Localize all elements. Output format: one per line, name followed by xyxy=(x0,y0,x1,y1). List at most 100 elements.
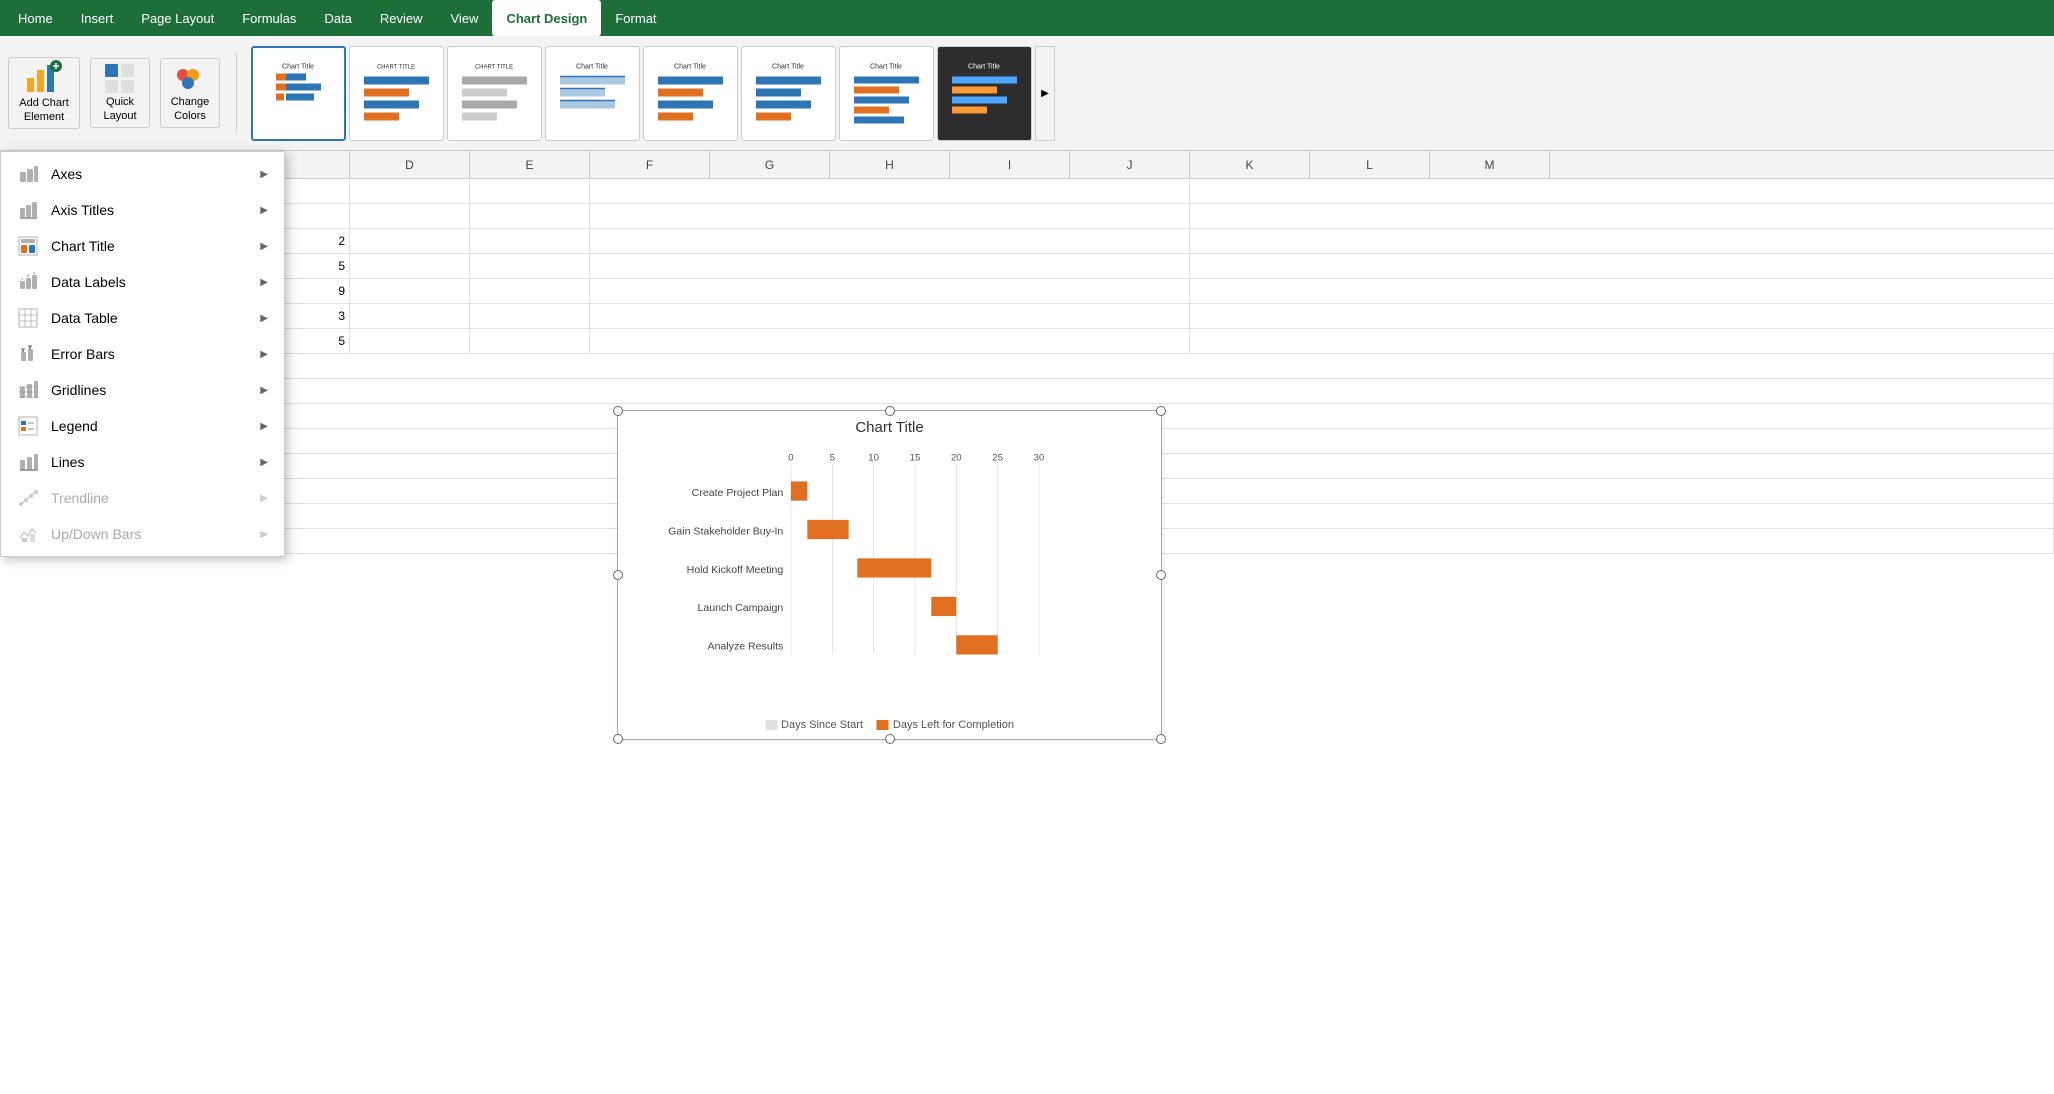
col-header-m[interactable]: M xyxy=(1430,151,1550,178)
cell-d11[interactable] xyxy=(350,179,470,203)
gantt-chart-svg: 0 5 10 15 20 25 30 Create Project Plan xyxy=(618,443,1161,691)
menu-item-axis-titles[interactable]: Axis Titles ▶ xyxy=(1,192,284,228)
menu-item-error-bars[interactable]: Error Bars ▶ xyxy=(1,336,284,372)
cell-rest-12[interactable] xyxy=(590,204,1190,228)
cell-rest-15[interactable] xyxy=(590,279,1190,303)
cell-e11[interactable] xyxy=(470,179,590,203)
menu-format[interactable]: Format xyxy=(601,0,670,36)
content-area: B C D E F G H I J K L M 11 Days Left for… xyxy=(0,151,2054,1094)
change-colors-button[interactable]: ChangeColors xyxy=(160,58,220,129)
col-header-d[interactable]: D xyxy=(350,151,470,178)
gallery-style-6[interactable]: Chart Title xyxy=(741,46,836,141)
gallery-style-3[interactable]: CHART TITLE xyxy=(447,46,542,141)
svg-text:Chart Title: Chart Title xyxy=(870,63,902,70)
chart-title[interactable]: Chart Title xyxy=(618,411,1161,440)
cell-e16[interactable] xyxy=(470,304,590,328)
col-header-g[interactable]: G xyxy=(710,151,830,178)
menu-item-axes[interactable]: Axes ▶ xyxy=(1,156,284,192)
menu-item-data-labels[interactable]: 1 3 5 Data Labels ▶ xyxy=(1,264,284,300)
chart-inner: Chart Title 0 5 10 15 20 25 30 xyxy=(618,411,1161,739)
gallery-style-8[interactable]: Chart Title xyxy=(937,46,1032,141)
col-header-k[interactable]: K xyxy=(1190,151,1310,178)
menu-home[interactable]: Home xyxy=(4,0,67,36)
add-chart-element-label: Add ChartElement xyxy=(19,96,69,125)
gallery-style-7[interactable]: Chart Title xyxy=(839,46,934,141)
table-row: 17 20 5 xyxy=(0,329,2054,354)
error-bars-arrow: ▶ xyxy=(260,349,268,360)
table-row: 19 xyxy=(0,379,2054,404)
menu-chart-design[interactable]: Chart Design xyxy=(492,0,601,36)
col-header-l[interactable]: L xyxy=(1310,151,1430,178)
chart-title-label: Chart Title xyxy=(51,238,248,254)
menu-item-data-table[interactable]: Data Table ▶ xyxy=(1,300,284,336)
menu-view[interactable]: View xyxy=(437,0,493,36)
data-labels-icon: 1 3 5 xyxy=(17,271,39,293)
cell-d15[interactable] xyxy=(350,279,470,303)
legend-label: Legend xyxy=(51,418,248,434)
menu-item-chart-title[interactable]: Chart Title ▶ xyxy=(1,228,284,264)
data-table-icon xyxy=(17,307,39,329)
cell-rest-11[interactable] xyxy=(590,179,1190,203)
col-header-f[interactable]: F xyxy=(590,151,710,178)
cell-rest-13[interactable] xyxy=(590,229,1190,253)
col-header-i[interactable]: I xyxy=(950,151,1070,178)
table-row: 16 17 3 xyxy=(0,304,2054,329)
cell-rest-14[interactable] xyxy=(590,254,1190,278)
gallery-style-4[interactable]: Chart Title xyxy=(545,46,640,141)
legend-icon xyxy=(17,415,39,437)
menu-item-lines[interactable]: Lines ▶ xyxy=(1,444,284,480)
menu-formulas[interactable]: Formulas xyxy=(228,0,310,36)
gallery-style-5[interactable]: Chart Title xyxy=(643,46,738,141)
cell-e12[interactable] xyxy=(470,204,590,228)
svg-text:Hold Kickoff Meeting: Hold Kickoff Meeting xyxy=(687,564,784,576)
svg-text:CHART TITLE: CHART TITLE xyxy=(377,64,415,70)
cell-d16[interactable] xyxy=(350,304,470,328)
menu-item-gridlines[interactable]: Gridlines ▶ xyxy=(1,372,284,408)
cell-d14[interactable] xyxy=(350,254,470,278)
menu-item-legend[interactable]: Legend ▶ xyxy=(1,408,284,444)
table-row: 15 8 9 xyxy=(0,279,2054,304)
chart-container[interactable]: Chart Title 0 5 10 15 20 25 30 xyxy=(617,410,1162,740)
menu-item-updown-bars: Up/Down Bars ▶ xyxy=(1,516,284,552)
menu-data[interactable]: Data xyxy=(310,0,365,36)
gallery-style-1[interactable]: Chart Title xyxy=(251,46,346,141)
table-row: 12 e Start xyxy=(0,204,2054,229)
ribbon: Add ChartElement Add Chart Element Quick… xyxy=(0,36,2054,151)
axis-titles-arrow: ▶ xyxy=(260,205,268,216)
cell-rest-17[interactable] xyxy=(590,329,1190,353)
cell-e17[interactable] xyxy=(470,329,590,353)
dropdown-menu: Axes ▶ Axis Titles ▶ Chart Title ▶ xyxy=(0,151,285,557)
gridlines-label: Gridlines xyxy=(51,382,248,398)
cell-e14[interactable] xyxy=(470,254,590,278)
cell-d17[interactable] xyxy=(350,329,470,353)
axis-titles-icon xyxy=(17,199,39,221)
add-chart-element-button[interactable]: Add ChartElement xyxy=(8,57,80,130)
col-header-h[interactable]: H xyxy=(830,151,950,178)
table-row: 13 0 2 xyxy=(0,229,2054,254)
table-row: 14 2 5 xyxy=(0,254,2054,279)
cell-d12[interactable] xyxy=(350,204,470,228)
col-header-e[interactable]: E xyxy=(470,151,590,178)
add-chart-element-area: Add ChartElement Add Chart Element xyxy=(8,57,80,130)
cell-e13[interactable] xyxy=(470,229,590,253)
cell-d13[interactable] xyxy=(350,229,470,253)
svg-text:3: 3 xyxy=(27,273,30,278)
menu-review[interactable]: Review xyxy=(366,0,437,36)
menu-page-layout[interactable]: Page Layout xyxy=(127,0,228,36)
gallery-right-arrow[interactable]: ▶ xyxy=(1035,46,1055,141)
trendline-label: Trendline xyxy=(51,490,248,506)
gridlines-arrow: ▶ xyxy=(260,385,268,396)
menu-insert[interactable]: Insert xyxy=(67,0,128,36)
svg-text:5: 5 xyxy=(33,272,36,275)
quick-layout-button[interactable]: QuickLayout xyxy=(90,58,150,129)
cell-e15[interactable] xyxy=(470,279,590,303)
svg-text:CHART TITLE: CHART TITLE xyxy=(475,64,513,70)
legend-arrow: ▶ xyxy=(260,421,268,432)
col-header-j[interactable]: J xyxy=(1070,151,1190,178)
svg-text:30: 30 xyxy=(1034,452,1045,463)
trendline-icon xyxy=(17,487,39,509)
cell-rest-16[interactable] xyxy=(590,304,1190,328)
gallery-style-2[interactable]: CHART TITLE xyxy=(349,46,444,141)
ribbon-divider xyxy=(236,53,237,133)
svg-text:Chart Title: Chart Title xyxy=(282,63,314,70)
